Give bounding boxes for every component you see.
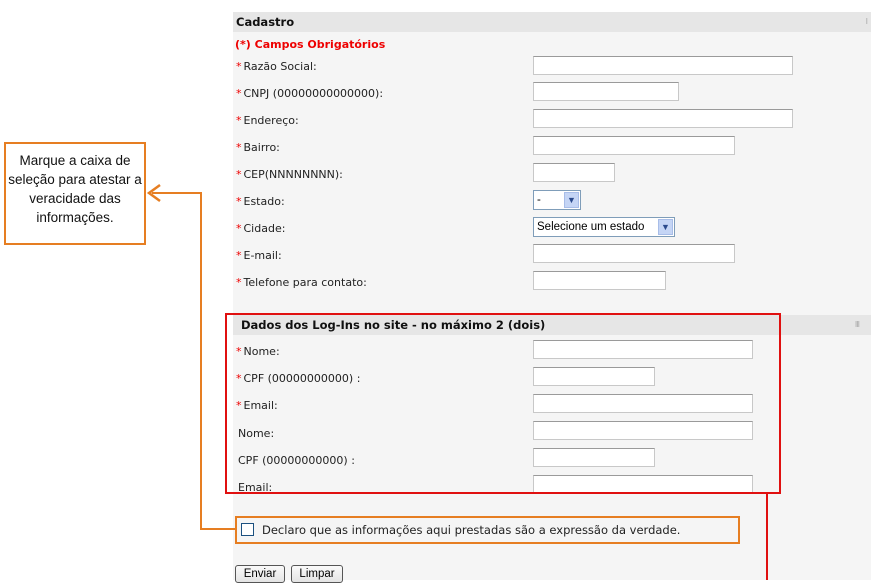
declaration-label: Declaro que as informações aqui prestada… <box>262 523 681 537</box>
callout-text: Marque a caixa de seleção para atestar a… <box>8 153 142 225</box>
chevron-down-icon[interactable]: ▼ <box>658 219 673 235</box>
label-bairro: * Bairro: <box>236 141 280 154</box>
estado-select-value: - <box>537 194 541 206</box>
clear-button[interactable]: Limpar <box>291 565 343 583</box>
estado-select[interactable]: - ▼ <box>533 190 581 210</box>
callout-box: Marque a caixa de seleção para atestar a… <box>4 142 146 245</box>
declaration-checkbox[interactable] <box>241 523 254 536</box>
callout-connector-vertical <box>200 192 202 530</box>
cadastro-title: Cadastro <box>236 15 295 29</box>
endereco-input[interactable] <box>533 109 793 128</box>
label-cidade: * Cidade: <box>236 222 286 235</box>
label-endereco: * Endereço: <box>236 114 299 127</box>
required-note: (*) Campos Obrigatórios <box>235 38 386 51</box>
label-telefone: * Telefone para contato: <box>236 276 367 289</box>
email-input[interactable] <box>533 244 735 263</box>
label-estado: * Estado: <box>236 195 285 208</box>
label-cnpj: * CNPJ (00000000000000): <box>236 87 384 100</box>
chevron-down-icon[interactable]: ▼ <box>564 192 579 208</box>
label-razao-social: * Razão Social: <box>236 60 317 73</box>
grip-icon: III <box>854 320 860 329</box>
cnpj-input[interactable] <box>533 82 679 101</box>
highlight-connector-line <box>766 494 768 580</box>
cidade-select-value: Selecione um estado <box>537 221 645 233</box>
razao-social-input[interactable] <box>533 56 793 75</box>
arrow-left-icon <box>146 183 161 203</box>
cep-input[interactable] <box>533 163 615 182</box>
label-cep: * CEP(NNNNNNNN): <box>236 168 343 181</box>
cidade-select[interactable]: Selecione um estado ▼ <box>533 217 675 237</box>
bairro-input[interactable] <box>533 136 735 155</box>
logins-highlight-frame <box>225 313 781 494</box>
callout-connector-bottom <box>200 528 237 530</box>
label-email: * E-mail: <box>236 249 282 262</box>
telefone-input[interactable] <box>533 271 666 290</box>
grip-icon: I <box>865 17 869 26</box>
submit-button[interactable]: Enviar <box>235 565 285 583</box>
cadastro-header: Cadastro I <box>233 12 871 32</box>
